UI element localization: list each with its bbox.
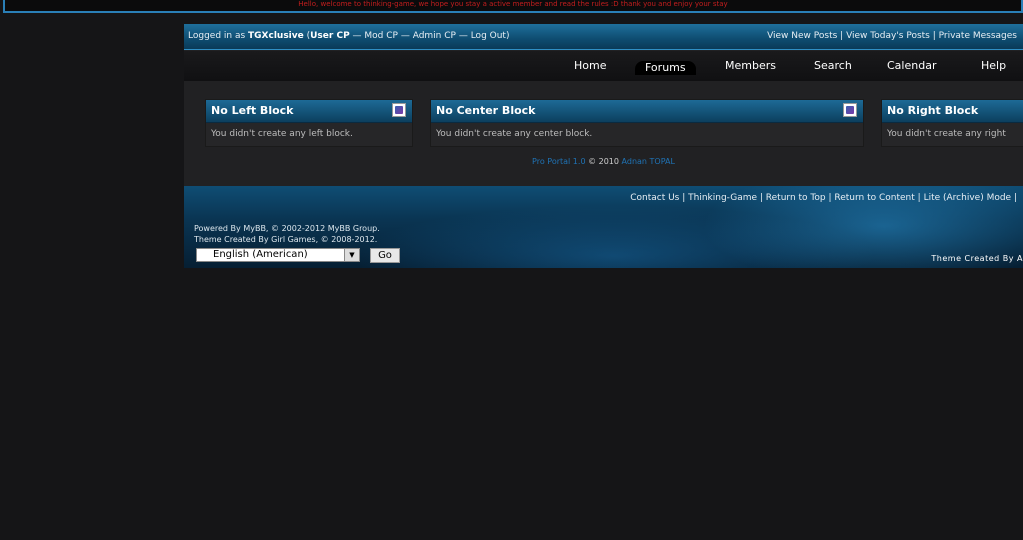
forum-wrapper: Logged in as TGXclusive (User CP — Mod C… [184,24,1023,268]
go-button[interactable]: Go [370,248,400,263]
thinking-game-link[interactable]: Thinking-Game [688,193,757,203]
logged-in-prefix: Logged in as [188,31,249,41]
left-block-header: No Left Block [206,100,412,123]
collapse-icon[interactable] [392,103,406,117]
mod-cp-link[interactable]: Mod CP [364,31,398,41]
user-cp-link[interactable]: User CP [310,31,350,41]
separator: — [349,31,365,41]
separator: — [397,31,413,41]
copyright-block: Powered By MyBB, © 2002-2012 MyBB Group.… [194,223,380,245]
language-select[interactable]: English (American) ▼ [196,248,360,262]
left-block-title: No Left Block [211,104,294,117]
paren-close: ) [505,31,510,41]
private-messages-link[interactable]: Private Messages [939,31,1017,41]
view-new-posts-link[interactable]: View New Posts [767,31,837,41]
author-link[interactable]: Adnan TOPAL [622,157,675,166]
right-block-header: No Right Block [882,100,1023,123]
right-block-title: No Right Block [887,104,979,117]
pipe-separator: | [914,193,924,203]
username-link[interactable]: TGXclusive [248,31,304,41]
center-block-header: No Center Block [431,100,863,123]
footer: Contact Us | Thinking-Game | Return to T… [184,186,1023,268]
center-block-title: No Center Block [436,104,536,117]
return-to-content-link[interactable]: Return to Content [834,193,914,203]
admin-cp-link[interactable]: Admin CP [413,31,456,41]
left-block-body: You didn't create any left block. [211,129,353,139]
nav-forums[interactable]: Forums [635,61,696,75]
return-to-top-link[interactable]: Return to Top [766,193,826,203]
contact-us-link[interactable]: Contact Us [630,193,679,203]
post-links: View New Posts | View Today's Posts | Pr… [767,24,1017,49]
separator: — [455,31,471,41]
nav-help[interactable]: Help [981,59,1006,72]
lite-mode-link[interactable]: Lite (Archive) Mode [924,193,1012,203]
user-panel: Logged in as TGXclusive (User CP — Mod C… [184,24,1023,50]
nav-members[interactable]: Members [725,59,776,72]
pipe-separator: | [757,193,766,203]
theme-credit-text: Theme Created By Girl Games, © 2008-2012… [194,235,378,244]
language-value: English (American) [213,249,308,260]
nav-search[interactable]: Search [814,59,852,72]
theme-created-by-text: Theme Created By A [931,254,1023,263]
dropdown-arrow-icon[interactable]: ▼ [344,249,359,261]
pipe-separator: | [929,31,939,41]
welcome-text: Hello, welcome to thinking-game, we hope… [298,0,728,8]
portal-credit: Pro Portal 1.0 © 2010 Adnan TOPAL [184,157,1023,166]
pro-portal-link[interactable]: Pro Portal 1.0 [532,157,585,166]
user-links: Logged in as TGXclusive (User CP — Mod C… [188,24,509,49]
powered-by-text: Powered By MyBB, © 2002-2012 MyBB Group. [194,224,380,233]
right-block: No Right Block You didn't create any rig… [881,99,1023,147]
copyright-text: © 2010 [585,157,622,166]
nav-home[interactable]: Home [574,59,606,72]
pipe-separator: | [837,31,847,41]
collapse-icon[interactable] [843,103,857,117]
log-out-link[interactable]: Log Out [471,31,506,41]
nav-calendar[interactable]: Calendar [887,59,936,72]
center-block: No Center Block You didn't create any ce… [430,99,864,147]
main-nav: Home Forums Members Search Calendar Help [184,51,1023,81]
welcome-banner: Hello, welcome to thinking-game, we hope… [3,0,1023,13]
pipe-separator: | [679,193,689,203]
right-block-body: You didn't create any right [887,129,1006,139]
footer-links: Contact Us | Thinking-Game | Return to T… [630,193,1017,203]
center-block-body: You didn't create any center block. [436,129,593,139]
view-todays-posts-link[interactable]: View Today's Posts [846,31,930,41]
left-block: No Left Block You didn't create any left… [205,99,413,147]
pipe-separator: | [1011,193,1017,203]
